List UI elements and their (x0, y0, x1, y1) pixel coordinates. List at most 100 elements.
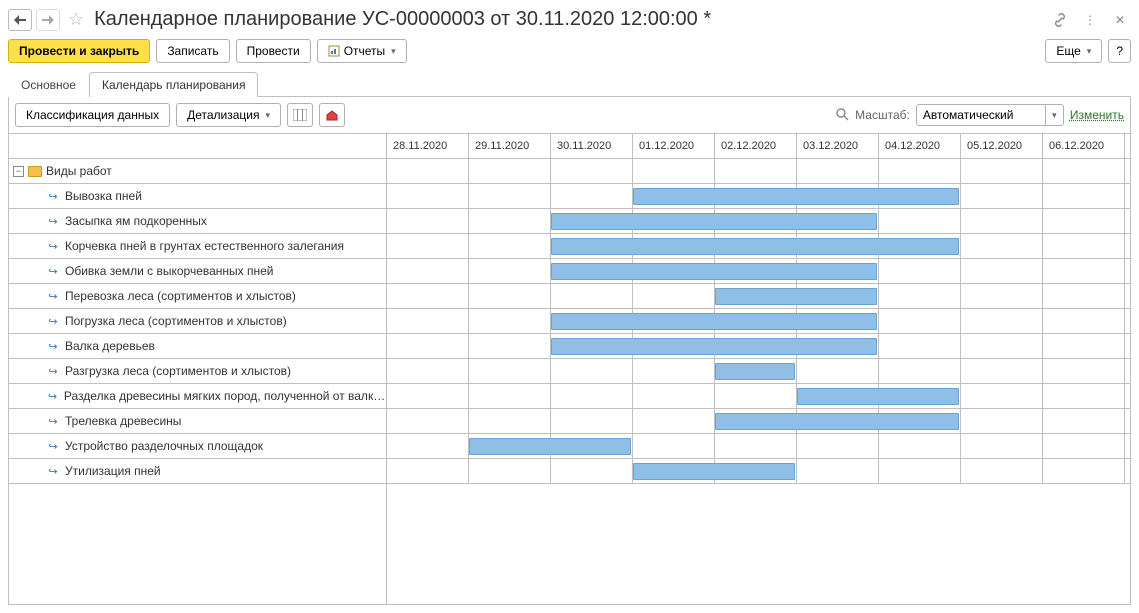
timeline-task-row (387, 334, 1130, 359)
task-icon: ↪ (45, 290, 61, 303)
timeline-date-cell: 30.11.2020 (551, 134, 633, 159)
task-label: Устройство разделочных площадок (65, 439, 263, 453)
report-icon (328, 45, 340, 57)
task-label: Перевозка леса (сортиментов и хлыстов) (65, 289, 296, 303)
timeline-date-cell: 06.12.2020 (1043, 134, 1125, 159)
gantt-bar[interactable] (551, 338, 877, 355)
post-button[interactable]: Провести (236, 39, 311, 63)
scale-input[interactable] (916, 104, 1046, 126)
tree-task-row[interactable]: ↪ Трелевка древесины (9, 409, 386, 434)
tree-task-row[interactable]: ↪ Утилизация пней (9, 459, 386, 484)
gantt-bar[interactable] (551, 213, 877, 230)
link-icon[interactable] (1049, 9, 1071, 31)
reports-button[interactable]: Отчеты (317, 39, 407, 63)
task-icon: ↪ (45, 390, 60, 403)
timeline-task-row (387, 184, 1130, 209)
timeline-task-row (387, 284, 1130, 309)
tree-task-row[interactable]: ↪ Устройство разделочных площадок (9, 434, 386, 459)
gantt-bar[interactable] (551, 238, 959, 255)
timeline-date-cell: 28.11.2020 (387, 134, 469, 159)
gantt-bar[interactable] (633, 188, 959, 205)
task-label: Засыпка ям подкоренных (65, 214, 207, 228)
task-label: Разделка древесины мягких пород, получен… (64, 389, 386, 403)
tab-calendar[interactable]: Календарь планирования (89, 72, 259, 97)
task-icon: ↪ (45, 315, 61, 328)
edit-link[interactable]: Изменить (1070, 108, 1124, 122)
task-label: Трелевка древесины (65, 414, 181, 428)
kebab-menu-icon[interactable]: ⋮ (1079, 9, 1101, 31)
nav-back-button[interactable] (8, 9, 32, 31)
timeline-date-cell: 01.12.2020 (633, 134, 715, 159)
timeline-task-row (387, 234, 1130, 259)
timeline-task-row (387, 409, 1130, 434)
timeline-task-row (387, 434, 1130, 459)
gantt-bar[interactable] (469, 438, 631, 455)
save-button[interactable]: Записать (156, 39, 229, 63)
tree-task-row[interactable]: ↪ Валка деревьев (9, 334, 386, 359)
timeline-task-row (387, 359, 1130, 384)
task-label: Валка деревьев (65, 339, 155, 353)
gantt-bar[interactable] (715, 363, 795, 380)
timeline-task-row (387, 259, 1130, 284)
timeline-date-cell: 29.11.2020 (469, 134, 551, 159)
tree-task-row[interactable]: ↪ Перевозка леса (сортиментов и хлыстов) (9, 284, 386, 309)
post-and-close-button[interactable]: Провести и закрыть (8, 39, 150, 63)
search-icon[interactable] (835, 107, 849, 124)
tree-task-row[interactable]: ↪ Разделка древесины мягких пород, получе… (9, 384, 386, 409)
timeline-date-cell: 03.12.2020 (797, 134, 879, 159)
task-label: Корчевка пней в грунтах естественного за… (65, 239, 344, 253)
gantt-bar[interactable] (715, 288, 877, 305)
task-icon: ↪ (45, 215, 61, 228)
collapse-toggle-icon[interactable]: − (13, 166, 24, 177)
scale-dropdown-button[interactable]: ▾ (1046, 104, 1064, 126)
task-icon: ↪ (45, 440, 61, 453)
timeline-date-cell: 04.12.2020 (879, 134, 961, 159)
folder-icon (28, 166, 42, 177)
gantt-bar[interactable] (633, 463, 795, 480)
task-icon: ↪ (45, 340, 61, 353)
timeline-date-cell: 02.12.2020 (715, 134, 797, 159)
page-title: Календарное планирование УС-00000003 от … (94, 8, 1045, 31)
timeline-task-row (387, 209, 1130, 234)
help-button[interactable]: ? (1108, 39, 1131, 63)
gantt-bar[interactable] (797, 388, 959, 405)
tab-main[interactable]: Основное (8, 72, 89, 97)
task-icon: ↪ (45, 415, 61, 428)
tree-task-row[interactable]: ↪ Обивка земли с выкорчеванных пней (9, 259, 386, 284)
task-label: Утилизация пней (65, 464, 161, 478)
timeline-task-row (387, 309, 1130, 334)
task-icon: ↪ (45, 240, 61, 253)
tree-header (9, 134, 386, 159)
timeline-task-row (387, 384, 1130, 409)
tree-task-row[interactable]: ↪ Разгрузка леса (сортиментов и хлыстов) (9, 359, 386, 384)
timeline-date-cell: 05.12.2020 (961, 134, 1043, 159)
timeline-task-row (387, 459, 1130, 484)
gantt-bar[interactable] (551, 313, 877, 330)
columns-settings-button[interactable] (287, 103, 313, 127)
nav-forward-button[interactable] (36, 9, 60, 31)
task-label: Вывозка пней (65, 189, 142, 203)
gantt-bar[interactable] (715, 413, 959, 430)
timeline-root-row (387, 159, 1130, 184)
task-icon: ↪ (45, 265, 61, 278)
timeline-header: 28.11.202029.11.202030.11.202001.12.2020… (387, 134, 1130, 159)
task-label: Погрузка леса (сортиментов и хлыстов) (65, 314, 287, 328)
close-icon[interactable]: ✕ (1109, 9, 1131, 31)
tree-root-row[interactable]: − Виды работ (9, 159, 386, 184)
detail-button[interactable]: Детализация (176, 103, 281, 127)
task-label: Обивка земли с выкорчеванных пней (65, 264, 274, 278)
task-icon: ↪ (45, 365, 61, 378)
home-button[interactable] (319, 103, 345, 127)
scale-label: Масштаб: (855, 108, 910, 122)
task-icon: ↪ (45, 465, 61, 478)
tree-task-row[interactable]: ↪ Погрузка леса (сортиментов и хлыстов) (9, 309, 386, 334)
tree-task-row[interactable]: ↪Вывозка пней (9, 184, 386, 209)
classify-button[interactable]: Классификация данных (15, 103, 170, 127)
tree-task-row[interactable]: ↪ Засыпка ям подкоренных (9, 209, 386, 234)
root-label: Виды работ (46, 164, 112, 178)
task-label: Разгрузка леса (сортиментов и хлыстов) (65, 364, 291, 378)
tree-task-row[interactable]: ↪ Корчевка пней в грунтах естественного з… (9, 234, 386, 259)
favorite-star-icon[interactable]: ☆ (64, 9, 88, 30)
more-button[interactable]: Еще (1045, 39, 1102, 63)
gantt-bar[interactable] (551, 263, 877, 280)
